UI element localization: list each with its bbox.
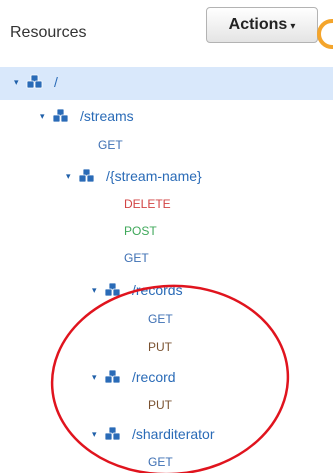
resources-heading: Resources [10,24,87,41]
method-post-stream-name[interactable]: POST [124,224,157,238]
expand-toggle-icon[interactable]: ▾ [66,171,78,182]
resource-cubes-icon [104,369,121,384]
method-put-records[interactable]: PUT [148,340,172,354]
expand-toggle-icon[interactable]: ▾ [92,285,104,296]
tree-node-streams[interactable]: ▾ /streams [40,106,134,126]
partial-orange-circle-icon [317,19,333,49]
resource-path-root[interactable]: / [54,74,58,90]
actions-button-label: Actions [228,16,288,33]
actions-button[interactable]: Actions ▾ [206,7,318,43]
tree-node-stream-name[interactable]: ▾ /{stream-name} [66,166,202,186]
method-put-record[interactable]: PUT [148,398,172,412]
method-get-streams[interactable]: GET [98,138,123,152]
resource-cubes-icon [78,168,95,183]
resource-path-streams[interactable]: /streams [80,108,134,124]
expand-toggle-icon[interactable]: ▾ [14,77,26,88]
expand-toggle-icon[interactable]: ▾ [92,429,104,440]
chevron-down-icon: ▾ [290,20,296,32]
tree-node-root[interactable]: ▾ / [14,72,58,92]
resource-path-stream-name[interactable]: /{stream-name} [106,168,202,184]
expand-toggle-icon[interactable]: ▾ [40,111,52,122]
resource-cubes-icon [104,282,121,297]
method-delete-stream-name[interactable]: DELETE [124,197,171,211]
resources-panel: Resources Actions ▾ ▾ / ▾ /streams GET ▾… [0,0,333,473]
tree-node-records[interactable]: ▾ /records [92,280,183,300]
method-get-sharditerator[interactable]: GET [148,455,173,469]
tree-node-sharditerator[interactable]: ▾ /sharditerator [92,424,214,444]
resource-path-record[interactable]: /record [132,369,176,385]
tree-node-record[interactable]: ▾ /record [92,367,176,387]
resource-path-sharditerator[interactable]: /sharditerator [132,426,214,442]
method-get-records[interactable]: GET [148,312,173,326]
expand-toggle-icon[interactable]: ▾ [92,372,104,383]
method-get-stream-name[interactable]: GET [124,251,149,265]
resource-path-records[interactable]: /records [132,282,183,298]
resource-cubes-icon [26,74,43,89]
resource-cubes-icon [104,426,121,441]
resource-cubes-icon [52,108,69,123]
